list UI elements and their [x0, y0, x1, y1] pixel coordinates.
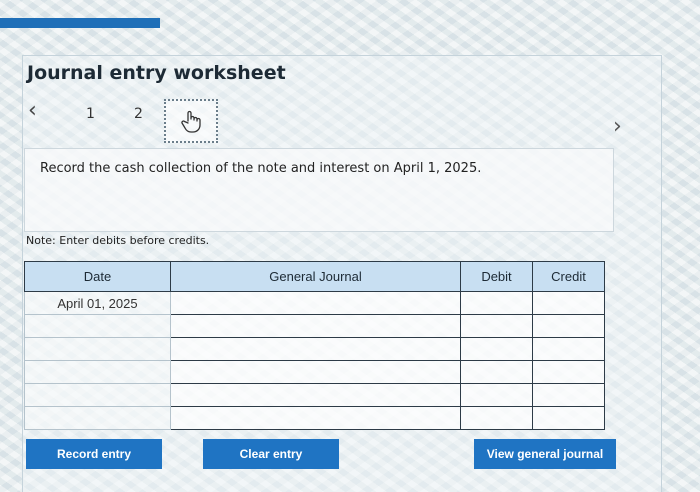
note-text: Note: Enter debits before credits. — [26, 234, 210, 247]
credit-input[interactable] — [532, 291, 605, 315]
credit-input[interactable] — [532, 406, 605, 430]
credit-input[interactable] — [532, 337, 605, 361]
header-date: Date — [24, 261, 171, 292]
clear-entry-button[interactable]: Clear entry — [203, 439, 339, 469]
table-row — [24, 337, 605, 361]
step-tab-current[interactable] — [164, 99, 218, 143]
top-accent-bar — [0, 18, 160, 28]
chevron-left-icon[interactable]: ‹ — [28, 100, 37, 122]
debit-input[interactable] — [460, 314, 533, 338]
header-credit: Credit — [532, 261, 605, 292]
account-input[interactable] — [170, 383, 461, 407]
view-general-journal-button[interactable]: View general journal — [474, 439, 616, 469]
header-general-journal: General Journal — [170, 261, 461, 292]
step-tab-2[interactable]: 2 — [134, 106, 143, 122]
table-row — [24, 383, 605, 407]
step-tab-1[interactable]: 1 — [86, 106, 95, 122]
date-cell[interactable] — [24, 360, 171, 384]
table-row — [24, 314, 605, 338]
instruction-text: Record the cash collection of the note a… — [40, 161, 482, 176]
date-cell[interactable] — [24, 406, 171, 430]
record-entry-button[interactable]: Record entry — [26, 439, 162, 469]
debit-input[interactable] — [460, 406, 533, 430]
hand-pointer-icon — [181, 110, 201, 133]
header-debit: Debit — [460, 261, 533, 292]
instruction-box: Record the cash collection of the note a… — [24, 148, 614, 232]
date-cell[interactable] — [24, 383, 171, 407]
table-row — [24, 360, 605, 384]
date-cell[interactable] — [24, 337, 171, 361]
credit-input[interactable] — [532, 383, 605, 407]
account-input[interactable] — [170, 406, 461, 430]
debit-input[interactable] — [460, 337, 533, 361]
debit-input[interactable] — [460, 383, 533, 407]
journal-table: Date General Journal Debit Credit April … — [24, 261, 605, 430]
debit-input[interactable] — [460, 360, 533, 384]
page-title: Journal entry worksheet — [27, 62, 286, 84]
account-input[interactable] — [170, 314, 461, 338]
chevron-right-icon[interactable]: › — [613, 116, 622, 138]
table-row — [24, 406, 605, 430]
account-input[interactable] — [170, 291, 461, 315]
credit-input[interactable] — [532, 314, 605, 338]
credit-input[interactable] — [532, 360, 605, 384]
account-input[interactable] — [170, 337, 461, 361]
account-input[interactable] — [170, 360, 461, 384]
table-row: April 01, 2025 — [24, 291, 605, 315]
date-cell[interactable]: April 01, 2025 — [24, 291, 171, 315]
debit-input[interactable] — [460, 291, 533, 315]
table-header-row: Date General Journal Debit Credit — [24, 261, 605, 292]
date-cell[interactable] — [24, 314, 171, 338]
